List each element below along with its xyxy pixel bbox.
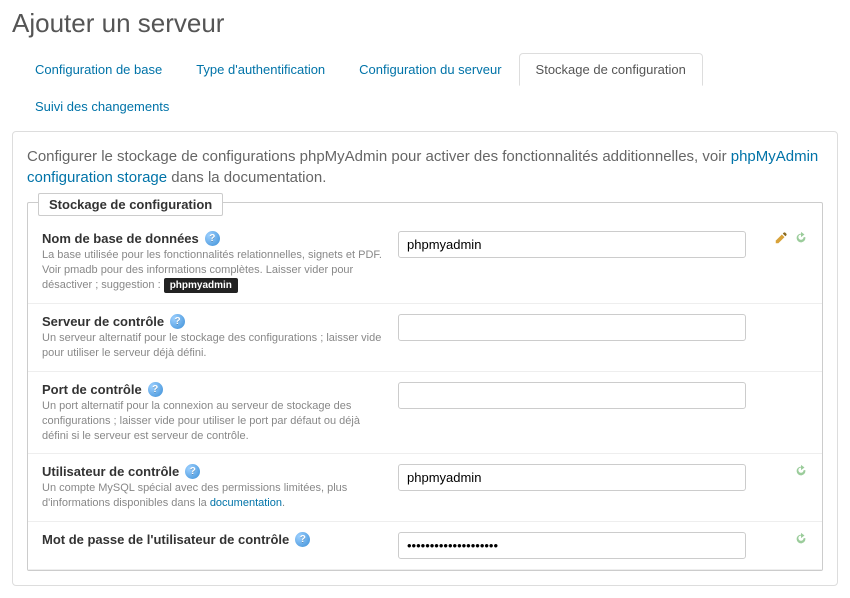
row-controlhost: Serveur de contrôle ? Un serveur alterna… bbox=[28, 304, 822, 372]
input-controlhost[interactable] bbox=[398, 314, 746, 341]
desc-controlhost: Un serveur alternatif pour le stockage d… bbox=[42, 331, 382, 361]
reload-icon[interactable] bbox=[794, 464, 808, 478]
edit-icon[interactable] bbox=[774, 231, 788, 245]
input-controlport[interactable] bbox=[398, 382, 746, 409]
label-controlpass: Mot de passe de l'utilisateur de contrôl… bbox=[42, 532, 289, 547]
row-pmadb: Nom de base de données ? La base utilisé… bbox=[28, 221, 822, 304]
doc-link[interactable]: documentation bbox=[210, 497, 282, 509]
tab-storage-config[interactable]: Stockage de configuration bbox=[519, 53, 703, 86]
input-controlpass[interactable] bbox=[398, 532, 746, 559]
row-controlport: Port de contrôle ? Un port alternatif po… bbox=[28, 372, 822, 455]
desc-controlport: Un port alternatif pour la connexion au … bbox=[42, 399, 382, 444]
reload-icon[interactable] bbox=[794, 231, 808, 245]
suggestion-chip: phpmyadmin bbox=[164, 278, 238, 294]
help-icon[interactable]: ? bbox=[170, 314, 185, 329]
storage-fieldset: Stockage de configuration Nom de base de… bbox=[27, 202, 823, 571]
page-title: Ajouter un serveur bbox=[12, 0, 838, 53]
tabs-row-1: Configuration de base Type d'authentific… bbox=[12, 53, 838, 86]
tab-tracking[interactable]: Suivi des changements bbox=[18, 90, 186, 123]
tab-server-config[interactable]: Configuration du serveur bbox=[342, 53, 518, 86]
reload-icon[interactable] bbox=[794, 532, 808, 546]
intro-before: Configurer le stockage de configurations… bbox=[27, 148, 731, 165]
row-controlpass: Mot de passe de l'utilisateur de contrôl… bbox=[28, 522, 822, 570]
label-pmadb: Nom de base de données bbox=[42, 231, 199, 246]
help-icon[interactable]: ? bbox=[205, 231, 220, 246]
tab-auth-type[interactable]: Type d'authentification bbox=[179, 53, 342, 86]
desc-pmadb: La base utilisée pour les fonctionnalité… bbox=[42, 248, 382, 293]
intro-after: dans la documentation. bbox=[171, 169, 326, 186]
tab-base-config[interactable]: Configuration de base bbox=[18, 53, 179, 86]
desc-controluser: Un compte MySQL spécial avec des permiss… bbox=[42, 481, 382, 511]
intro-text: Configurer le stockage de configurations… bbox=[27, 146, 823, 188]
tabs-row-2: Suivi des changements bbox=[12, 86, 838, 131]
help-icon[interactable]: ? bbox=[148, 382, 163, 397]
content-panel: Configurer le stockage de configurations… bbox=[12, 131, 838, 586]
label-controlhost: Serveur de contrôle bbox=[42, 314, 164, 329]
row-controluser: Utilisateur de contrôle ? Un compte MySQ… bbox=[28, 454, 822, 522]
help-icon[interactable]: ? bbox=[185, 464, 200, 479]
label-controluser: Utilisateur de contrôle bbox=[42, 464, 179, 479]
help-icon[interactable]: ? bbox=[295, 532, 310, 547]
input-controluser[interactable] bbox=[398, 464, 746, 491]
label-controlport: Port de contrôle bbox=[42, 382, 142, 397]
input-pmadb[interactable] bbox=[398, 231, 746, 258]
fieldset-legend: Stockage de configuration bbox=[38, 193, 223, 216]
